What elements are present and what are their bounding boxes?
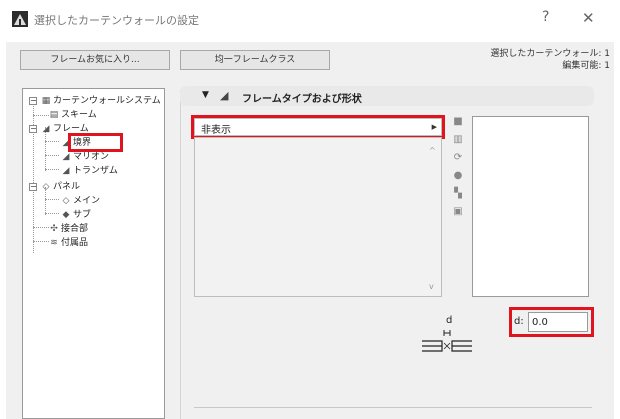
frame-rotate-icon[interactable]: ⟳ bbox=[450, 152, 466, 166]
tree-item-mullion[interactable]: ◢ マリオン bbox=[59, 151, 109, 163]
main-panel-icon: ◇ bbox=[62, 196, 70, 206]
tree-item-main[interactable]: ◇ メイン bbox=[59, 195, 100, 207]
tree-item-accessory[interactable]: ≋ 付属品 bbox=[47, 237, 88, 249]
app-icon bbox=[12, 11, 28, 27]
sub-panel-icon: ◆ bbox=[62, 210, 70, 220]
frame-favorites-button[interactable]: フレームお気に入り... bbox=[20, 50, 170, 70]
scroll-down-icon[interactable]: v bbox=[429, 282, 434, 291]
mullion-icon: ◢ bbox=[62, 152, 70, 162]
scroll-up-icon[interactable]: ^ bbox=[429, 146, 436, 155]
tree-item-label: サブ bbox=[73, 210, 92, 220]
section-header[interactable]: ▼ ◢ フレームタイプおよび形状 bbox=[180, 86, 594, 106]
frame-preview bbox=[472, 116, 589, 297]
tree-item-transom[interactable]: ◢ トランザム bbox=[59, 165, 118, 177]
frame-type-icon: ◢ bbox=[220, 89, 229, 102]
tree-item-label: トランザム bbox=[73, 166, 118, 176]
tree-item-label: カーテンウォールシステム bbox=[53, 96, 161, 106]
editable-count-text: 編集可能: 1 bbox=[562, 61, 610, 71]
tree-item-label: スキーム bbox=[61, 110, 97, 120]
frame-gap-diagram-icon bbox=[422, 330, 472, 352]
tree-collapse-toggle[interactable]: − bbox=[29, 125, 37, 133]
tree-item-label: マリオン bbox=[73, 152, 110, 162]
frame-round-icon[interactable]: ● bbox=[450, 170, 466, 184]
tree-item-label: パネル bbox=[53, 182, 81, 192]
accessory-icon: ≋ bbox=[50, 238, 58, 248]
tree-item-label: 付属品 bbox=[61, 238, 89, 248]
frame-profile-icon[interactable]: ▥ bbox=[450, 134, 466, 148]
frame-profile-list[interactable]: ^ v bbox=[194, 137, 442, 297]
scheme-icon: ▤ bbox=[49, 110, 59, 120]
tree-item-curtain-wall-system[interactable]: ▦ カーテンウォールシステム bbox=[39, 95, 161, 107]
tree-item-panel[interactable]: ◇ パネル bbox=[39, 181, 80, 193]
frame-split-icon[interactable]: ▚ bbox=[450, 188, 466, 202]
section-divider bbox=[194, 407, 592, 408]
gap-field-highlight bbox=[509, 307, 594, 337]
tree-collapse-toggle[interactable]: − bbox=[29, 97, 37, 105]
top-toolbar: フレームお気に入り... 均一フレームクラス 選択したカーテンウォール: 1 編… bbox=[6, 42, 614, 80]
uniform-frame-class-button[interactable]: 均一フレームクラス bbox=[180, 50, 330, 70]
selected-count-text: 選択したカーテンウォール: 1 bbox=[490, 49, 610, 59]
tree-collapse-toggle[interactable]: − bbox=[29, 183, 37, 191]
collapse-arrow-icon[interactable]: ▼ bbox=[202, 90, 209, 100]
tree-item-label: メイン bbox=[73, 196, 101, 206]
curtain-wall-icon: ▦ bbox=[41, 96, 51, 106]
tree-item-scheme[interactable]: ▤ スキーム bbox=[47, 109, 97, 121]
tree-item-junction[interactable]: ✣ 接合部 bbox=[47, 223, 88, 235]
frame-custom-icon[interactable]: ▣ bbox=[450, 206, 466, 220]
title-bar: 選択したカーテンウォールの設定 ? ✕ bbox=[0, 0, 620, 38]
selection-info: 選択したカーテンウォール: 1 編集可能: 1 bbox=[490, 48, 610, 72]
frame-square-icon[interactable]: ■ bbox=[450, 116, 466, 130]
window-title: 選択したカーテンウォールの設定 bbox=[34, 14, 199, 27]
transom-icon: ◢ bbox=[62, 166, 70, 176]
help-button[interactable]: ? bbox=[542, 9, 549, 25]
panel-divider bbox=[180, 90, 181, 419]
frame-type-highlight bbox=[191, 115, 445, 139]
junction-icon: ✣ bbox=[50, 224, 58, 234]
frame-icon: ◢ bbox=[42, 124, 50, 134]
close-button[interactable]: ✕ bbox=[582, 9, 595, 27]
tree-selection-highlight bbox=[68, 133, 123, 152]
section-title: フレームタイプおよび形状 bbox=[242, 94, 362, 105]
panel-icon: ◇ bbox=[42, 182, 50, 192]
tree-item-label: 接合部 bbox=[61, 224, 89, 234]
tree-item-sub[interactable]: ◆ サブ bbox=[59, 209, 91, 221]
dimension-diagram-label: d bbox=[446, 315, 453, 326]
